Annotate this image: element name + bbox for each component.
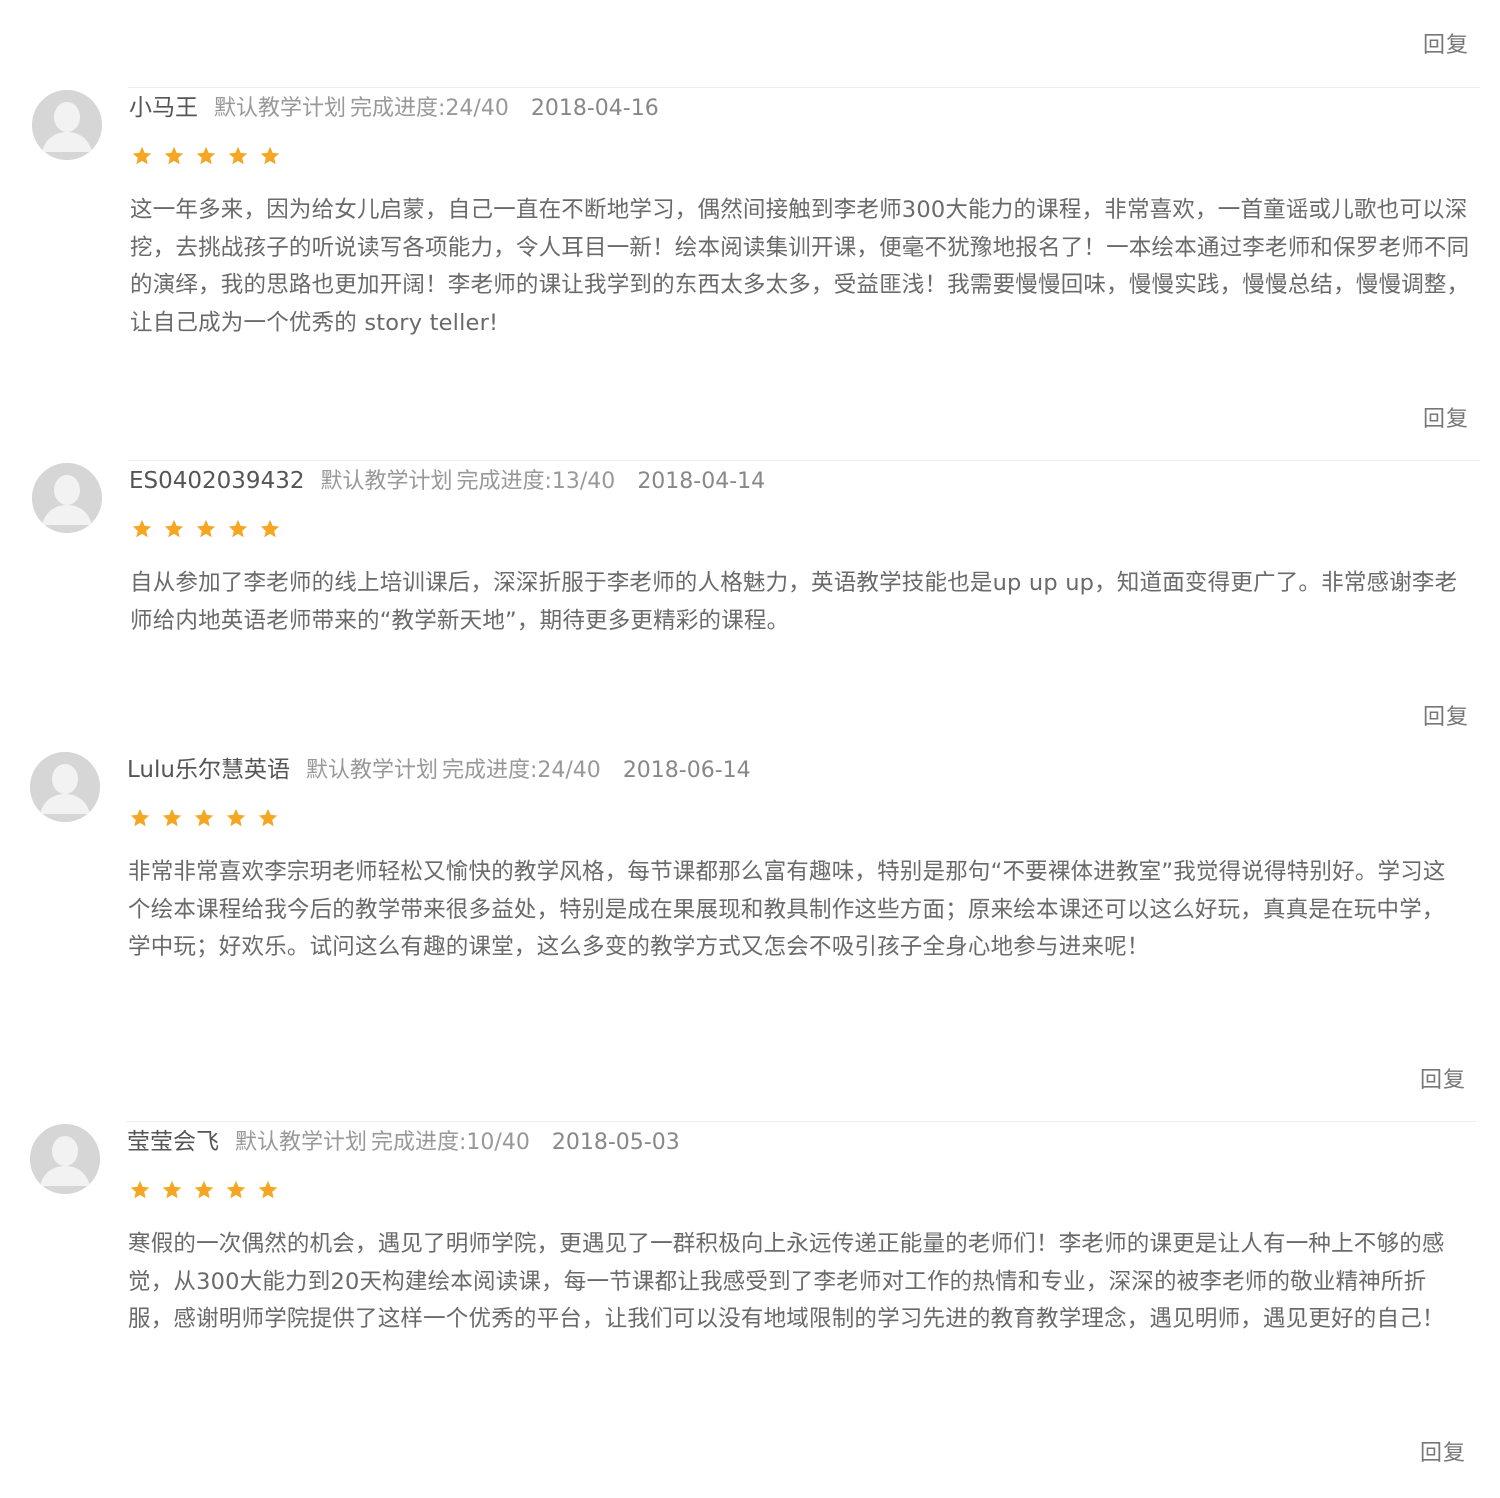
star-icon: [226, 808, 246, 827]
divider: [126, 1121, 1476, 1122]
avatar[interactable]: [32, 90, 102, 160]
star-icon: [228, 519, 248, 538]
avatar[interactable]: [30, 752, 100, 822]
star-icon: [164, 146, 184, 165]
review-date: 2018-06-14: [622, 758, 751, 783]
star-icon: [130, 808, 150, 827]
star-icon: [162, 1180, 182, 1199]
review-date: 2018-04-16: [530, 96, 659, 121]
reviews-page: 回复 小马王 默认教学计划 完成进度:24/40 2018-04-16 这一年多来，因…: [0, 0, 1500, 1498]
user-avatar-icon: [32, 463, 102, 533]
plan-label: 默认教学计划: [214, 96, 347, 121]
user-avatar-icon: [30, 1124, 100, 1194]
star-icon: [258, 808, 278, 827]
reply-button[interactable]: 回复: [1423, 27, 1469, 59]
review-comment: 寒假的一次偶然的机会，遇见了明师学院，更遇见了一群积极向上永远传递正能量的老师们…: [128, 1231, 1445, 1332]
review-meta: Lulu乐尔慧英语 默认教学计划 完成进度:24/40 2018-06-14: [127, 755, 751, 786]
divider: [128, 87, 1480, 88]
star-icon: [260, 146, 280, 165]
reply-button[interactable]: 回复: [1423, 401, 1469, 433]
avatar[interactable]: [32, 463, 102, 533]
star-rating: [131, 518, 281, 540]
reviewer-name[interactable]: 莹莹会飞: [127, 1129, 219, 1155]
review-meta: 莹莹会飞 默认教学计划 完成进度:10/40 2018-05-03: [127, 1127, 680, 1158]
star-icon: [260, 519, 280, 538]
progress-label: 完成进度:24/40: [350, 96, 509, 121]
star-icon: [164, 519, 184, 538]
review-comment: 这一年多来，因为给女儿启蒙，自己一直在不断地学习，偶然间接触到李老师300大能力…: [130, 197, 1470, 336]
star-icon: [258, 1180, 278, 1199]
star-icon: [226, 1180, 246, 1199]
user-avatar-icon: [30, 752, 100, 822]
user-avatar-icon: [32, 90, 102, 160]
star-icon: [132, 146, 152, 165]
review-meta: 小马王 默认教学计划 完成进度:24/40 2018-04-16: [129, 93, 659, 124]
avatar[interactable]: [30, 1124, 100, 1194]
reply-button[interactable]: 回复: [1420, 1062, 1466, 1094]
star-icon: [194, 1180, 214, 1199]
review-comment: 自从参加了李老师的线上培训课后，深深折服于李老师的人格魅力，英语教学技能也是up…: [130, 570, 1458, 634]
reviewer-name[interactable]: ES0402039432: [129, 468, 304, 494]
reply-button[interactable]: 回复: [1420, 1435, 1466, 1467]
plan-label: 默认教学计划: [235, 1130, 368, 1155]
review-comment: 非常非常喜欢李宗玥老师轻松又愉快的教学风格，每节课都那么富有趣味，特别是那句“不…: [128, 859, 1446, 960]
star-rating: [129, 807, 279, 829]
reply-button[interactable]: 回复: [1423, 699, 1469, 731]
progress-label: 完成进度:13/40: [456, 469, 616, 494]
progress-label: 完成进度:24/40: [441, 758, 601, 783]
star-icon: [130, 1180, 150, 1199]
star-icon: [196, 519, 216, 538]
progress-label: 完成进度:10/40: [371, 1130, 530, 1155]
star-rating: [129, 1179, 279, 1201]
star-icon: [194, 808, 214, 827]
review-meta: ES0402039432 默认教学计划 完成进度:13/40 2018-04-14: [129, 466, 765, 497]
plan-label: 默认教学计划: [320, 469, 453, 494]
star-icon: [228, 146, 248, 165]
star-icon: [132, 519, 152, 538]
reviewer-name[interactable]: Lulu乐尔慧英语: [127, 757, 290, 783]
star-icon: [196, 146, 216, 165]
review-date: 2018-04-14: [637, 469, 766, 494]
star-icon: [162, 808, 182, 827]
review-date: 2018-05-03: [551, 1130, 680, 1155]
plan-label: 默认教学计划: [305, 758, 438, 783]
divider: [128, 460, 1480, 461]
star-rating: [131, 145, 281, 167]
reviewer-name[interactable]: 小马王: [129, 95, 198, 121]
